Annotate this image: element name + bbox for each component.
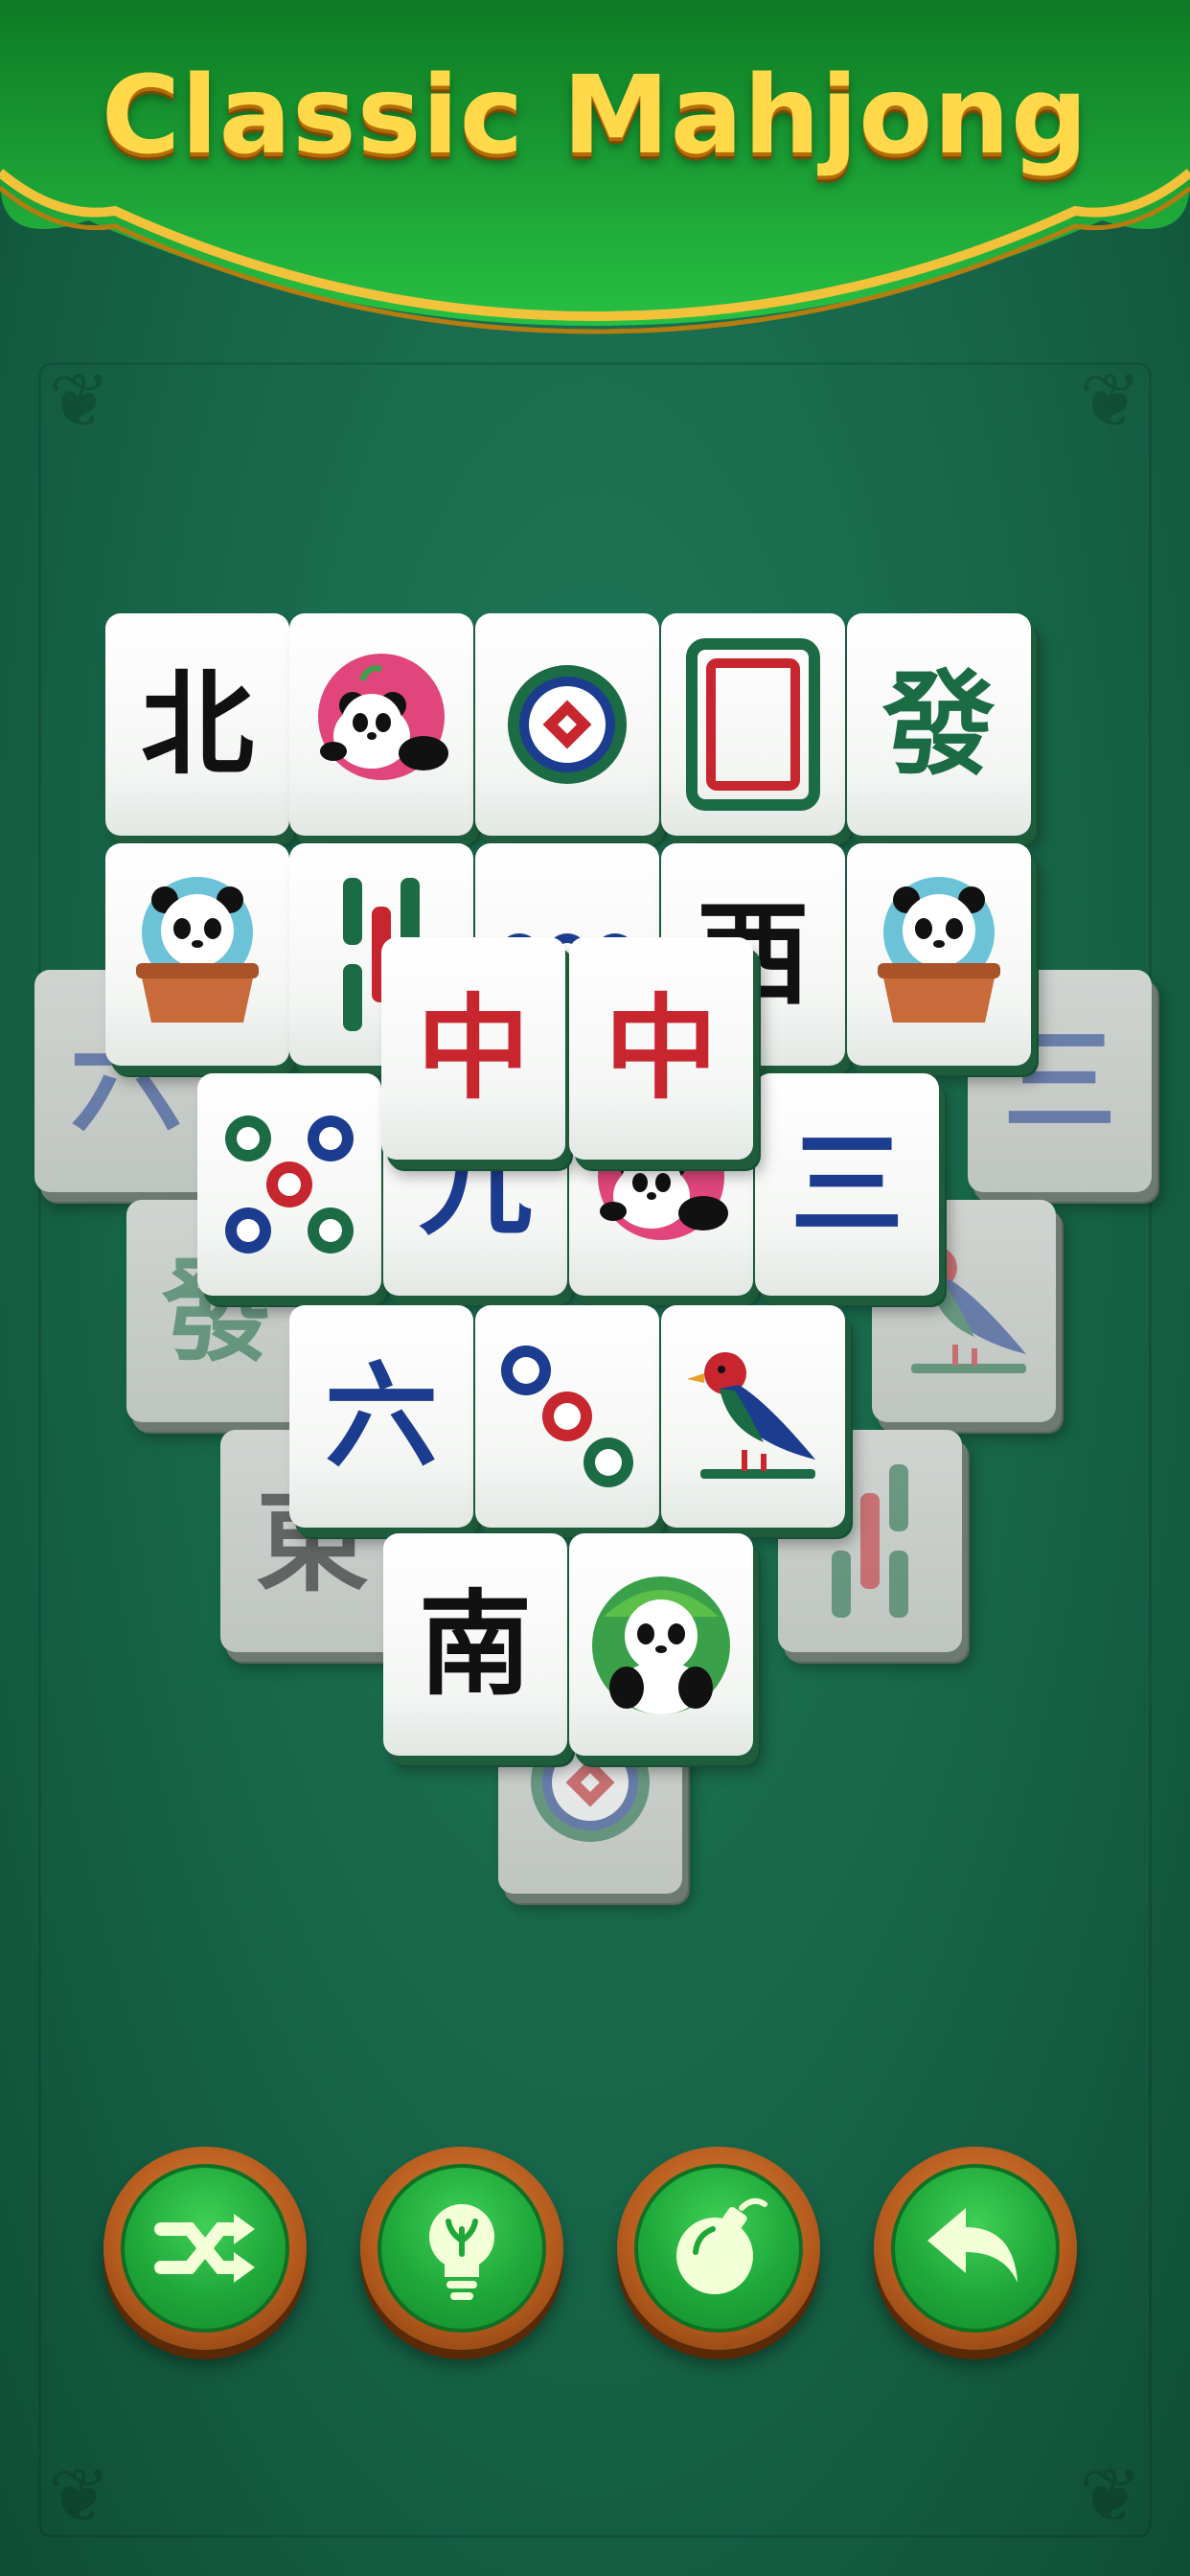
five-dots-icon bbox=[217, 1108, 361, 1261]
panda-pot-icon bbox=[862, 873, 1016, 1036]
tile-zhong-a[interactable]: 中 bbox=[381, 937, 565, 1160]
tile-zhong-b[interactable]: 中 bbox=[569, 937, 753, 1160]
panda-pink-icon bbox=[305, 648, 458, 801]
tile-dot-one-a[interactable] bbox=[475, 613, 659, 836]
one-dot-icon bbox=[500, 657, 634, 792]
tile-glyph: 南 bbox=[418, 1577, 532, 1711]
mahjong-board: 六三發東北發西九三六南中中 bbox=[0, 0, 1190, 2012]
bomb-icon bbox=[676, 2197, 767, 2294]
panda-pot-icon bbox=[121, 873, 274, 1036]
shuffle-icon bbox=[154, 2214, 255, 2283]
tile-white-dragon[interactable] bbox=[661, 613, 845, 836]
tile-glyph: 北 bbox=[140, 657, 254, 791]
undo-icon bbox=[927, 2208, 1018, 2283]
tile-panda-pot-b[interactable] bbox=[847, 843, 1031, 1066]
corner-ornament-icon: ❦ bbox=[1079, 2453, 1142, 2540]
hint-button[interactable] bbox=[360, 2147, 563, 2350]
control-bar bbox=[0, 2147, 1190, 2358]
tile-three-char[interactable]: 三 bbox=[755, 1073, 939, 1296]
tile-panda-pot-a[interactable] bbox=[105, 843, 289, 1066]
shuffle-button[interactable] bbox=[103, 2147, 307, 2350]
bird-icon bbox=[681, 1335, 825, 1498]
white-dragon-icon bbox=[686, 638, 820, 811]
three-dots-diag-icon bbox=[495, 1340, 639, 1493]
tile-three-dots-diag[interactable] bbox=[475, 1305, 659, 1528]
panda-green-icon bbox=[584, 1563, 738, 1726]
tile-bird[interactable] bbox=[661, 1305, 845, 1528]
tile-panda-pink[interactable] bbox=[289, 613, 473, 836]
tile-glyph: 六 bbox=[324, 1349, 438, 1483]
tile-six-char[interactable]: 六 bbox=[289, 1305, 473, 1528]
lightbulb-icon bbox=[429, 2204, 494, 2300]
tile-glyph: 三 bbox=[790, 1117, 904, 1251]
tile-north[interactable]: 北 bbox=[105, 613, 289, 836]
tile-glyph: 中 bbox=[604, 981, 718, 1115]
tile-glyph: 中 bbox=[416, 981, 530, 1115]
tile-five-dots[interactable] bbox=[197, 1073, 381, 1296]
bomb-button[interactable] bbox=[617, 2147, 820, 2350]
undo-button[interactable] bbox=[874, 2147, 1077, 2350]
tile-panda-green[interactable] bbox=[569, 1533, 753, 1756]
corner-ornament-icon: ❦ bbox=[48, 2453, 111, 2540]
tile-glyph: 發 bbox=[881, 657, 995, 791]
tile-fa-a[interactable]: 發 bbox=[847, 613, 1031, 836]
tile-south[interactable]: 南 bbox=[383, 1533, 567, 1756]
